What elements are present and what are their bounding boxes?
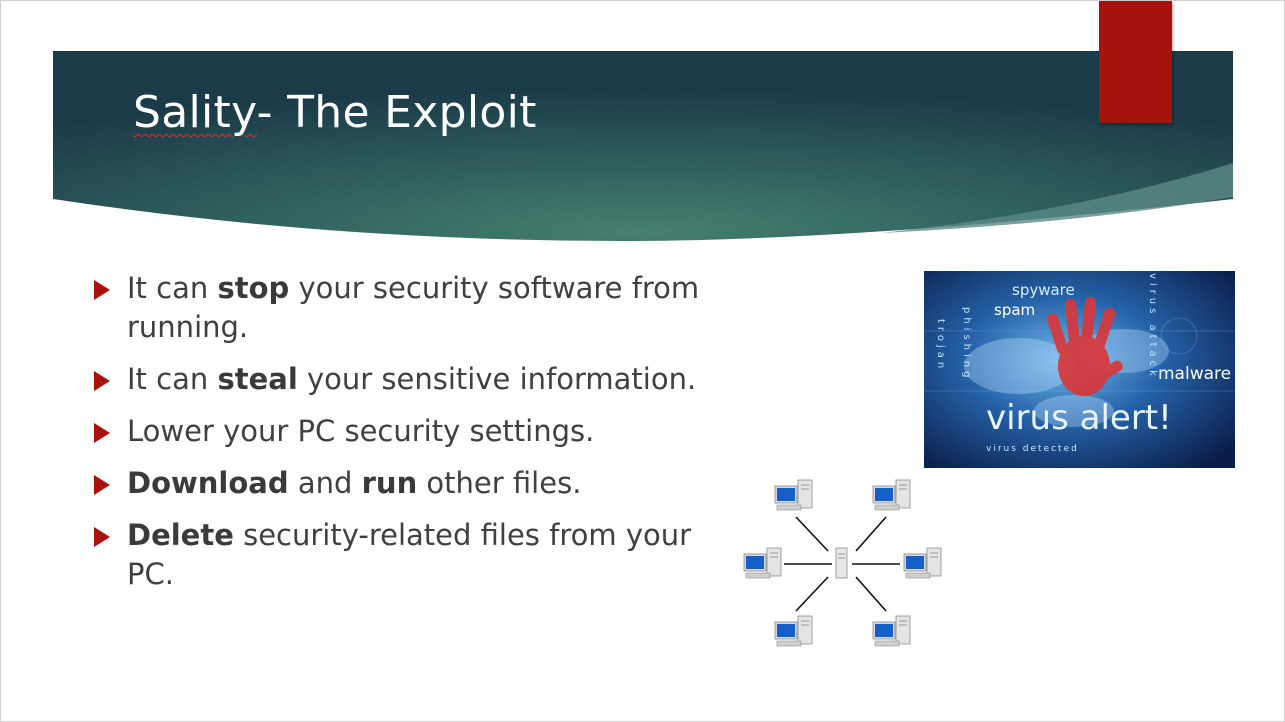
computer-icon bbox=[774, 615, 813, 647]
bullet-triangle-icon bbox=[94, 371, 110, 391]
network-diagram bbox=[743, 479, 942, 647]
bullet-triangle-icon bbox=[94, 423, 110, 443]
svg-text:virus detected: virus detected bbox=[986, 444, 1079, 454]
computer-icon bbox=[774, 479, 813, 511]
hub-icon bbox=[835, 547, 848, 579]
bullet-triangle-icon bbox=[94, 475, 110, 495]
computer-icon bbox=[903, 547, 942, 579]
computer-icon bbox=[872, 479, 911, 511]
title-underlined-word: Sality bbox=[133, 87, 257, 138]
svg-text:spyware: spyware bbox=[1012, 281, 1075, 299]
slide-title: Sality- The Exploit bbox=[133, 87, 537, 138]
computer-icon bbox=[872, 615, 911, 647]
bullet-triangle-icon bbox=[94, 280, 110, 300]
bullet-item: Lower your PC security settings. bbox=[91, 412, 731, 451]
svg-text:malware: malware bbox=[1158, 364, 1231, 384]
bullet-item: It can stop your security software from … bbox=[91, 269, 731, 347]
bullet-list: It can stop your security software from … bbox=[91, 269, 731, 607]
bullet-item: It can steal your sensitive information. bbox=[91, 360, 731, 399]
bullet-item: Download and run other files. bbox=[91, 464, 731, 503]
bullet-item: Delete security-related files from your … bbox=[91, 516, 731, 594]
virus-alert-image: spyware spam malware virus alert! virus … bbox=[924, 271, 1235, 468]
computer-icon bbox=[743, 547, 782, 579]
svg-text:trojan: trojan bbox=[935, 319, 946, 372]
accent-red-tab bbox=[1099, 1, 1172, 123]
svg-text:virus alert!: virus alert! bbox=[986, 398, 1172, 438]
svg-text:spam: spam bbox=[994, 301, 1035, 319]
bullet-triangle-icon bbox=[94, 527, 110, 547]
title-rest: - The Exploit bbox=[256, 87, 537, 138]
svg-text:virus attack: virus attack bbox=[1147, 273, 1158, 380]
slide: Sality- The Exploit It can stop your sec… bbox=[0, 0, 1285, 722]
svg-text:phishing: phishing bbox=[961, 307, 972, 381]
